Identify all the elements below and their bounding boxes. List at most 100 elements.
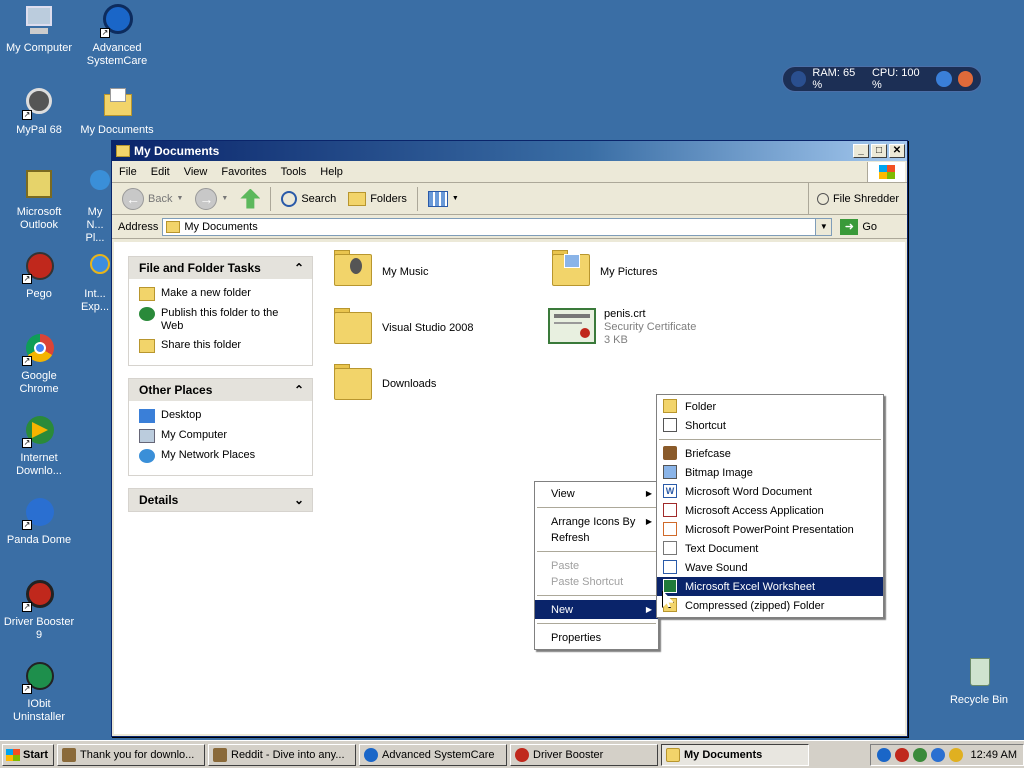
taskbar-item-my-documents[interactable]: My Documents: [661, 743, 809, 766]
folder-downloads[interactable]: Downloads: [332, 364, 436, 402]
panel-header[interactable]: Other Places ⌃: [129, 379, 312, 401]
views-button[interactable]: ▼: [424, 186, 463, 212]
menu-item-properties[interactable]: Properties: [535, 628, 658, 647]
clock[interactable]: 12:49 AM: [971, 749, 1017, 761]
desktop-icon-panda[interactable]: ↗ Panda Dome: [0, 496, 78, 547]
tray-shield-icon[interactable]: [930, 747, 945, 762]
collapse-icon[interactable]: ⌃: [294, 261, 304, 275]
new-shortcut-item[interactable]: Shortcut: [657, 416, 883, 435]
task-share-folder[interactable]: Share this folder: [139, 339, 302, 353]
file-certificate[interactable]: penis.crt Security Certificate 3 KB: [548, 308, 696, 347]
task-make-new-folder[interactable]: Make a new folder: [139, 287, 302, 301]
place-desktop[interactable]: Desktop: [139, 409, 302, 423]
start-button[interactable]: Start: [2, 743, 54, 766]
place-network[interactable]: My Network Places: [139, 449, 302, 463]
new-excel-item[interactable]: Microsoft Excel Worksheet: [657, 577, 883, 596]
bell-icon[interactable]: [957, 71, 974, 87]
context-menu: View ▶ Arrange Icons By ▶ Refresh Paste Pa…: [534, 481, 659, 650]
computer-icon: [22, 4, 56, 38]
computer-icon: [139, 429, 155, 443]
desktop-icon-my-documents[interactable]: My Documents: [78, 86, 156, 137]
menu-favorites[interactable]: Favorites: [214, 166, 273, 178]
system-monitor-widget[interactable]: RAM: 65 % CPU: 100 %: [782, 66, 982, 92]
desktop-icon-pego[interactable]: ↗ Pego: [0, 250, 78, 301]
window-title: My Documents: [134, 144, 220, 158]
minimize-button[interactable]: _: [853, 144, 869, 158]
search-icon: [281, 190, 298, 207]
text-document-icon: [663, 541, 677, 555]
new-bitmap-item[interactable]: Bitmap Image: [657, 463, 883, 482]
new-access-item[interactable]: Microsoft Access Application: [657, 501, 883, 520]
new-folder-item[interactable]: Folder: [657, 397, 883, 416]
menu-view[interactable]: View: [177, 166, 215, 178]
ram-readout: RAM: 65 %: [812, 67, 856, 91]
browser-icon: [213, 747, 227, 762]
briefcase-icon: [663, 446, 677, 460]
desktop-icon: [139, 409, 155, 423]
menu-item-new[interactable]: New ▶: [535, 600, 658, 619]
submenu-arrow-icon: ▶: [645, 517, 652, 526]
menu-tools[interactable]: Tools: [274, 166, 314, 178]
new-text-item[interactable]: Text Document: [657, 539, 883, 558]
pictures-folder-icon: [550, 250, 592, 288]
menu-item-view[interactable]: View ▶: [535, 484, 658, 503]
desktop-icon-idm[interactable]: ↗ Internet Downlo...: [0, 414, 78, 478]
taskbar-item-reddit[interactable]: Reddit - Dive into any...: [208, 743, 356, 766]
folder-visual-studio-2008[interactable]: Visual Studio 2008: [332, 308, 474, 346]
arrow-icon[interactable]: [936, 71, 952, 87]
driver-booster-icon: [515, 747, 529, 762]
powerpoint-icon: [663, 522, 677, 536]
tray-search-icon[interactable]: [948, 747, 963, 762]
tray-network-icon[interactable]: [912, 747, 927, 762]
new-powerpoint-item[interactable]: Microsoft PowerPoint Presentation: [657, 520, 883, 539]
expand-icon[interactable]: ⌄: [294, 493, 304, 507]
desktop-icon-my-computer[interactable]: My Computer: [0, 4, 78, 55]
desktop-icon-recycle-bin[interactable]: Recycle Bin: [940, 656, 1018, 707]
desktop-icon-outlook[interactable]: Microsoft Outlook: [0, 168, 78, 232]
go-button[interactable]: ➜ Go: [840, 218, 877, 235]
address-dropdown-button[interactable]: ▼: [815, 218, 832, 235]
desktop-icon-iobit-uninstaller[interactable]: ↗ IObit Uninstaller: [0, 660, 78, 724]
collapse-icon[interactable]: ⌃: [294, 383, 304, 397]
new-word-item[interactable]: W Microsoft Word Document: [657, 482, 883, 501]
shortcut-icon: [663, 418, 677, 432]
new-folder-icon: [139, 287, 155, 301]
address-field[interactable]: My Documents ▼: [162, 217, 833, 236]
close-button[interactable]: ✕: [889, 144, 905, 158]
panel-header[interactable]: Details ⌄: [129, 489, 312, 511]
desktop-icon-driver-booster[interactable]: ↗ Driver Booster 9: [0, 578, 78, 642]
file-shredder-button[interactable]: File Shredder: [807, 182, 907, 215]
taskbar-item-driver-booster[interactable]: Driver Booster: [510, 743, 658, 766]
menu-edit[interactable]: Edit: [144, 166, 177, 178]
forward-button[interactable]: → ▼: [191, 186, 232, 212]
bitmap-icon: [663, 465, 677, 479]
title-bar[interactable]: My Documents _ □ ✕: [112, 141, 907, 161]
folders-button[interactable]: Folders: [344, 186, 411, 212]
folder-my-music[interactable]: My Music: [332, 250, 428, 288]
place-my-computer[interactable]: My Computer: [139, 429, 302, 443]
network-icon: [139, 449, 155, 463]
desktop-icon-chrome[interactable]: ↗ Google Chrome: [0, 332, 78, 396]
panel-header[interactable]: File and Folder Tasks ⌃: [129, 257, 312, 279]
desktop-icon-mypal[interactable]: ↗ MyPal 68: [0, 86, 78, 137]
menu-help[interactable]: Help: [313, 166, 350, 178]
task-publish-web[interactable]: Publish this folder to the Web: [139, 307, 302, 333]
new-wave-item[interactable]: Wave Sound: [657, 558, 883, 577]
tray-systemcare-icon[interactable]: [876, 747, 891, 762]
menu-item-refresh[interactable]: Refresh: [535, 528, 658, 547]
back-button[interactable]: ← Back ▼: [118, 186, 187, 212]
taskbar-item-systemcare[interactable]: Advanced SystemCare: [359, 743, 507, 766]
tray-antivirus-icon[interactable]: [894, 747, 909, 762]
up-button[interactable]: [236, 186, 264, 212]
desktop-icon-partial-2[interactable]: Int... Exp...: [78, 250, 112, 314]
maximize-button[interactable]: □: [871, 144, 887, 158]
new-briefcase-item[interactable]: Briefcase: [657, 444, 883, 463]
search-button[interactable]: Search: [277, 186, 340, 212]
taskbar-item-download[interactable]: Thank you for downlo...: [57, 743, 205, 766]
folder-my-pictures[interactable]: My Pictures: [550, 250, 657, 288]
access-icon: [663, 503, 677, 517]
desktop-icon-partial-1[interactable]: My N... Pl...: [78, 168, 112, 245]
desktop-icon-advanced-systemcare[interactable]: ↗ Advanced SystemCare: [78, 4, 156, 68]
menu-file[interactable]: File: [112, 166, 144, 178]
new-zip-item[interactable]: Compressed (zipped) Folder: [657, 596, 883, 615]
